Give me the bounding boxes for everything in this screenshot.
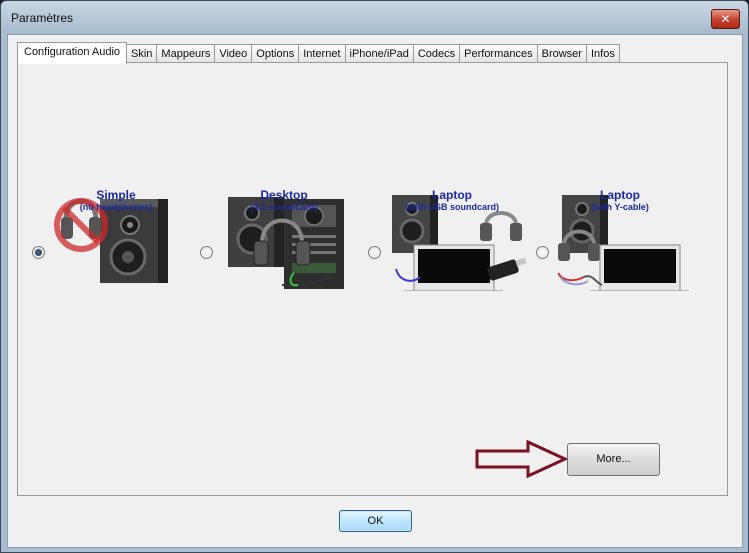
radio-laptop-y-cable[interactable]: [536, 246, 549, 259]
dialog-client-area: Configuration Audio Skin Mappeurs Video …: [7, 34, 743, 548]
close-button[interactable]: ✕: [711, 9, 740, 29]
audio-config-panel: Simple (no headphones) Desktop (4.1 soun…: [17, 62, 728, 496]
tab-iphone-ipad[interactable]: iPhone/iPad: [344, 44, 414, 63]
tab-options[interactable]: Options: [251, 44, 300, 63]
option-desktop[interactable]: Desktop (4.1 soundcard): [200, 173, 368, 301]
option-subtitle: (4.1 soundcard): [250, 202, 318, 212]
arrow-right-icon: [475, 440, 569, 478]
option-title: Laptop: [432, 188, 472, 202]
tab-performances[interactable]: Performances: [459, 44, 538, 63]
tab-configuration-audio[interactable]: Configuration Audio: [17, 42, 128, 64]
title-bar[interactable]: Paramètres ✕: [1, 1, 748, 35]
tab-bar: Configuration Audio Skin Mappeurs Video …: [17, 42, 620, 64]
ok-button[interactable]: OK: [339, 510, 412, 532]
tab-browser[interactable]: Browser: [536, 44, 587, 63]
tab-codecs[interactable]: Codecs: [412, 44, 461, 63]
option-title: Simple: [96, 188, 136, 202]
radio-simple[interactable]: [32, 246, 45, 259]
more-button[interactable]: More...: [567, 443, 660, 476]
tab-video[interactable]: Video: [214, 44, 253, 63]
settings-window: Paramètres ✕ Configuration Audio Skin Ma…: [0, 0, 749, 553]
option-subtitle: (with Y-cable): [591, 202, 649, 212]
tab-skin[interactable]: Skin: [126, 44, 158, 63]
close-icon: ✕: [720, 12, 731, 26]
option-laptop-usb[interactable]: Laptop (with USB soundcard): [368, 173, 536, 301]
option-subtitle: (with USB soundcard): [405, 202, 499, 212]
option-title: Laptop: [600, 188, 640, 202]
radio-desktop[interactable]: [200, 246, 213, 259]
tab-infos[interactable]: Infos: [585, 44, 620, 63]
option-title: Desktop: [260, 188, 308, 202]
window-title: Paramètres: [11, 11, 74, 25]
option-subtitle: (no headphones): [79, 202, 153, 212]
option-laptop-y-cable[interactable]: Laptop (with Y-cable): [536, 173, 704, 301]
tab-mappeurs[interactable]: Mappeurs: [156, 44, 216, 63]
radio-laptop-usb[interactable]: [368, 246, 381, 259]
option-simple[interactable]: Simple (no headphones): [32, 173, 200, 301]
tab-internet[interactable]: Internet: [298, 44, 346, 63]
